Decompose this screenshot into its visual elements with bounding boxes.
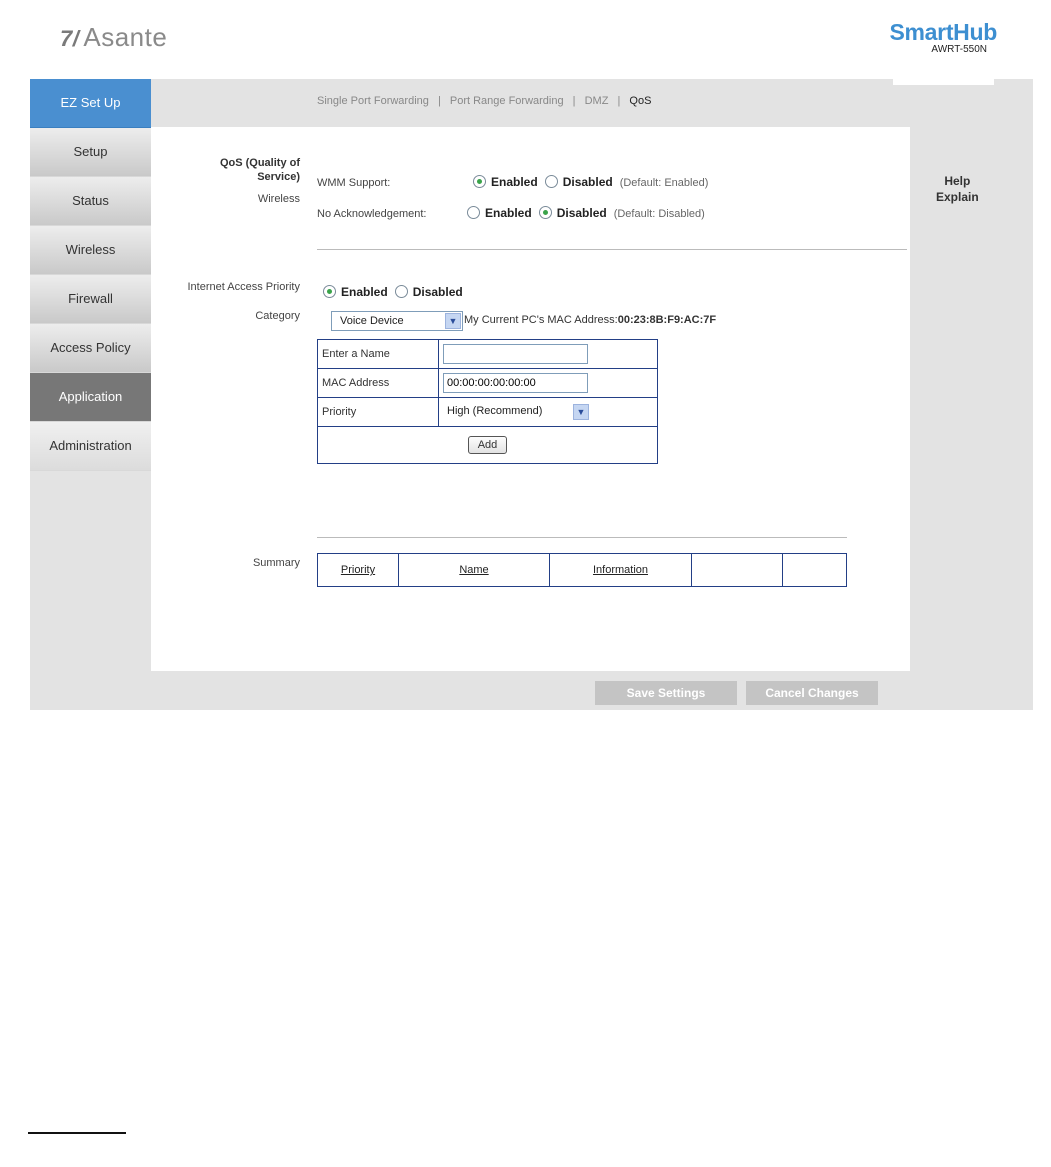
wmm-support-options: Enabled Disabled (Default: Enabled): [473, 175, 708, 189]
priority-select[interactable]: High (Recommend) ▼: [443, 402, 591, 422]
qos-title-line2: Service): [257, 171, 300, 183]
sidebar-item-administration[interactable]: Administration: [30, 422, 151, 471]
priority-field-cell: High (Recommend) ▼: [438, 397, 658, 427]
wireless-label: Wireless: [257, 193, 300, 205]
no-ack-label: No Acknowledgement:: [317, 208, 427, 220]
summary-col-information-label[interactable]: Information: [593, 564, 648, 576]
wmm-disabled-label: Disabled: [562, 175, 613, 189]
sub-navigation: Single Port Forwarding | Port Range Forw…: [317, 95, 651, 107]
device-entry-table: Enter a Name MAC Address Priority High (…: [317, 339, 658, 464]
priority-enabled-label: Enabled: [341, 285, 388, 299]
category-select[interactable]: Voice Device ▼: [331, 311, 463, 331]
tab-separator: |: [437, 95, 441, 107]
brand-name: Asante: [83, 22, 168, 52]
wmm-enabled-label: Enabled: [491, 175, 538, 189]
priority-disabled-label: Disabled: [412, 285, 463, 299]
summary-table: Priority Name Information: [317, 553, 847, 587]
sidebar-item-firewall[interactable]: Firewall: [30, 275, 151, 324]
current-mac-prefix: My Current PC's MAC Address:: [464, 314, 618, 326]
tab-dmz[interactable]: DMZ: [585, 95, 609, 107]
section-divider: [317, 249, 907, 250]
name-input[interactable]: [443, 344, 588, 364]
mac-address-input[interactable]: [443, 373, 588, 393]
priority-disabled-radio[interactable]: [394, 285, 408, 298]
mac-field-label: MAC Address: [317, 368, 439, 398]
name-field-cell: [438, 339, 658, 369]
summary-col-priority: Priority: [317, 553, 399, 587]
brand-mark: 7/: [60, 26, 80, 51]
sidebar-item-application[interactable]: Application: [30, 373, 151, 422]
qos-section-title: QoS (Quality of Service): [151, 156, 300, 184]
summary-header-row: Priority Name Information: [317, 553, 847, 587]
help-tab-top: [893, 79, 994, 85]
current-mac-info: My Current PC's MAC Address:00:23:8B:F9:…: [464, 314, 716, 326]
name-field-label: Enter a Name: [317, 339, 439, 369]
wmm-disabled-radio[interactable]: [544, 175, 558, 188]
internet-priority-options: Enabled Disabled: [323, 285, 470, 299]
priority-field-label: Priority: [317, 397, 439, 427]
product-logo: SmartHub AWRT-550N: [889, 19, 997, 55]
brand-logo: 7/Asante: [60, 22, 167, 53]
no-ack-default-note: (Default: Disabled): [613, 208, 705, 220]
sidebar-item-ez-set-up[interactable]: EZ Set Up: [30, 79, 151, 128]
sidebar-item-access-policy[interactable]: Access Policy: [30, 324, 151, 373]
internet-access-priority-label: Internet Access Priority: [187, 281, 301, 293]
tab-qos[interactable]: QoS: [629, 95, 651, 107]
footer-rule: [28, 1132, 126, 1134]
category-label: Category: [255, 310, 300, 322]
summary-col-empty-1: [691, 553, 783, 587]
help-link[interactable]: Help: [936, 173, 979, 189]
add-row: Add: [317, 426, 658, 464]
no-ack-options: Enabled Disabled (Default: Disabled): [467, 206, 705, 220]
wmm-default-note: (Default: Enabled): [619, 177, 709, 189]
category-select-value: Voice Device: [340, 315, 404, 327]
tab-port-range-forwarding[interactable]: Port Range Forwarding: [450, 95, 564, 107]
cancel-changes-button[interactable]: Cancel Changes: [746, 681, 878, 705]
summary-col-priority-label[interactable]: Priority: [341, 564, 375, 576]
sidebar-item-status[interactable]: Status: [30, 177, 151, 226]
explain-link[interactable]: Explain: [936, 189, 979, 205]
wmm-support-label: WMM Support:: [317, 177, 391, 189]
summary-col-empty-2: [782, 553, 847, 587]
no-ack-enabled-radio[interactable]: [467, 206, 480, 219]
save-settings-button[interactable]: Save Settings: [595, 681, 737, 705]
sidebar-item-wireless[interactable]: Wireless: [30, 226, 151, 275]
chevron-down-icon: ▼: [573, 404, 589, 420]
summary-col-name: Name: [398, 553, 550, 587]
no-ack-disabled-label: Disabled: [556, 206, 607, 220]
summary-col-information: Information: [549, 553, 692, 587]
no-ack-disabled-radio[interactable]: [538, 206, 552, 219]
no-ack-enabled-label: Enabled: [485, 206, 532, 220]
priority-enabled-radio[interactable]: [323, 285, 336, 298]
current-mac-value: 00:23:8B:F9:AC:7F: [617, 314, 717, 326]
sidebar-item-setup[interactable]: Setup: [30, 128, 151, 177]
summary-divider: [317, 537, 847, 538]
mac-field-cell: [438, 368, 658, 398]
priority-select-value: High (Recommend): [447, 405, 543, 417]
wmm-enabled-radio[interactable]: [473, 175, 486, 188]
tab-separator: |: [617, 95, 621, 107]
sidebar: EZ Set Up Setup Status Wireless Firewall…: [30, 79, 151, 471]
help-panel: Help Explain: [936, 173, 979, 205]
chevron-down-icon: ▼: [445, 313, 461, 329]
add-button[interactable]: Add: [467, 436, 508, 454]
summary-col-name-label[interactable]: Name: [459, 564, 488, 576]
tab-single-port-forwarding[interactable]: Single Port Forwarding: [317, 95, 429, 107]
qos-title-line1: QoS (Quality of: [219, 157, 300, 169]
summary-label: Summary: [252, 557, 300, 569]
tab-separator: |: [572, 95, 576, 107]
product-name: SmartHub: [889, 19, 997, 45]
